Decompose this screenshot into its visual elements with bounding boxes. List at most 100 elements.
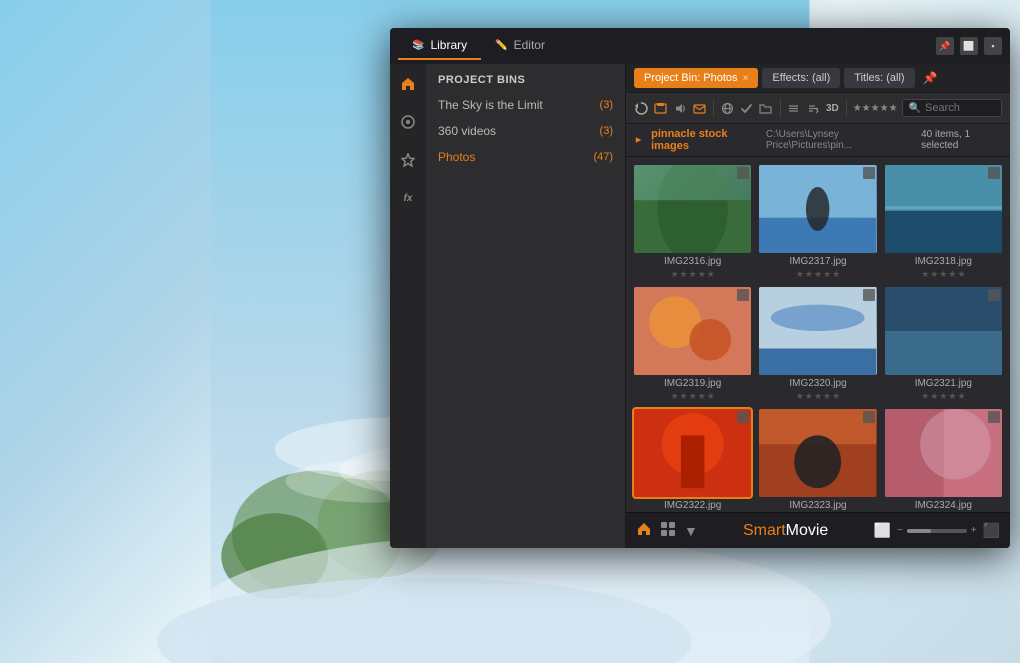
image-name-img2316: IMG2316.jpg — [664, 256, 721, 267]
flag-icon-img2320 — [863, 289, 875, 301]
flag-icon-img2322 — [737, 411, 749, 423]
stars-img2319[interactable]: ★ ★ ★ ★ ★ — [670, 392, 714, 401]
library-item-photos[interactable]: Photos (47) — [426, 144, 625, 170]
content-area: fx Project Bins The Sky is the Limit (3)… — [390, 64, 1010, 548]
library-icon: 📚 — [412, 40, 424, 51]
tab-close-button[interactable]: × — [743, 73, 749, 84]
image-item-img2316[interactable]: IMG2316.jpg ★ ★ ★ ★ ★ — [634, 165, 751, 279]
path-bar: pinnacle stock images C:\Users\Lynsey Pr… — [626, 124, 1010, 157]
library-item-sky[interactable]: The Sky is the Limit (3) — [426, 92, 625, 118]
app-window: 📚 Library ✏️ Editor 📌 ⬜ ▪ fx — [390, 28, 1010, 548]
flag-icon-img2316 — [737, 167, 749, 179]
stars-img2320[interactable]: ★ ★ ★ ★ ★ — [796, 392, 840, 401]
pin-button[interactable]: 📌 — [936, 37, 954, 55]
image-item-img2318[interactable]: IMG2318.jpg ★ ★ ★ ★ ★ — [885, 165, 1002, 279]
stars-img2318[interactable]: ★ ★ ★ ★ ★ — [921, 270, 965, 279]
sort-button[interactable] — [806, 97, 821, 119]
bottom-fullscreen-icon[interactable]: ⬛ — [983, 522, 1000, 539]
movie-text: Movie — [786, 522, 829, 540]
sidebar-icons: fx — [390, 64, 426, 548]
library-item-photos-label: Photos — [438, 150, 475, 164]
library-header: Project Bins — [426, 64, 625, 92]
stars-img2317[interactable]: ★ ★ ★ ★ ★ — [796, 270, 840, 279]
bottom-grid-icon[interactable] — [660, 521, 676, 540]
flag-icon-img2317 — [863, 167, 875, 179]
thumbnail-img2320 — [759, 287, 876, 375]
title-bar: 📚 Library ✏️ Editor 📌 ⬜ ▪ — [390, 28, 1010, 64]
item-count: 40 items, 1 selected — [921, 129, 1002, 151]
effects-tab[interactable]: Effects: (all) — [762, 68, 840, 88]
sidebar-icon-home[interactable] — [396, 72, 420, 96]
search-box[interactable]: 🔍 — [902, 99, 1002, 117]
bottom-home-icon[interactable] — [636, 521, 652, 540]
toolbar-sep-1 — [713, 100, 714, 116]
library-tab-label: Library — [430, 38, 467, 52]
image-item-img2317[interactable]: IMG2317.jpg ★ ★ ★ ★ ★ — [759, 165, 876, 279]
smart-text: Smart — [743, 522, 786, 540]
path-arrow-icon — [634, 135, 643, 145]
thumbnail-img2321 — [885, 287, 1002, 375]
library-item-360[interactable]: 360 videos (3) — [426, 118, 625, 144]
flag-icon-img2319 — [737, 289, 749, 301]
zoom-slider[interactable]: − + — [897, 525, 977, 536]
thumbnail-img2323 — [759, 409, 876, 497]
tab-library[interactable]: 📚 Library — [398, 32, 481, 60]
image-item-img2324[interactable]: IMG2324.jpg ★ ★ ★ ★ ★ — [885, 409, 1002, 512]
sidebar-icon-settings[interactable] — [396, 110, 420, 134]
maximize-button[interactable]: ▪ — [984, 37, 1002, 55]
tabs-pin-icon[interactable]: 📌 — [923, 71, 938, 85]
bottom-layout-icon[interactable]: ⬜ — [873, 522, 890, 539]
library-items: The Sky is the Limit (3) 360 videos (3) … — [426, 92, 625, 548]
thumbnail-img2319 — [634, 287, 751, 375]
stars-img2321[interactable]: ★ ★ ★ ★ ★ — [921, 392, 965, 401]
check-button[interactable] — [739, 97, 754, 119]
image-name-img2322: IMG2322.jpg — [664, 500, 721, 511]
image-name-img2317: IMG2317.jpg — [789, 256, 846, 267]
image-item-img2319[interactable]: IMG2319.jpg ★ ★ ★ ★ ★ — [634, 287, 751, 401]
globe-button[interactable] — [720, 97, 735, 119]
clip-button[interactable] — [653, 97, 668, 119]
titles-tab[interactable]: Titles: (all) — [844, 68, 914, 88]
audio-button[interactable] — [673, 97, 688, 119]
search-input[interactable] — [925, 102, 995, 114]
flag-icon-img2321 — [988, 289, 1000, 301]
image-name-img2323: IMG2323.jpg — [789, 500, 846, 511]
bottom-menu-icon[interactable]: ▼ — [684, 523, 698, 539]
thumbnail-img2316 — [634, 165, 751, 253]
library-item-360-label: 360 videos — [438, 124, 496, 138]
mail-button[interactable] — [692, 97, 707, 119]
zoom-minus[interactable]: − — [897, 525, 903, 536]
flag-icon-img2323 — [863, 411, 875, 423]
project-bin-tab-label: Project Bin: Photos — [644, 72, 738, 84]
sidebar-icon-star[interactable] — [396, 148, 420, 172]
zoom-slider-track — [907, 529, 967, 533]
star-rating-filter[interactable]: ★★★★★ — [853, 103, 898, 114]
library-panel: Project Bins The Sky is the Limit (3) 36… — [426, 64, 626, 548]
image-item-img2322[interactable]: IMG2322.jpg ★ ★ ★ ★ ★ — [634, 409, 751, 512]
image-grid: IMG2316.jpg ★ ★ ★ ★ ★ IMG2317.jpg ★ ★ ★ … — [626, 157, 1010, 512]
thumbnail-img2324 — [885, 409, 1002, 497]
restore-button[interactable]: ⬜ — [960, 37, 978, 55]
image-item-img2321[interactable]: IMG2321.jpg ★ ★ ★ ★ ★ — [885, 287, 1002, 401]
toolbar: 3D ★★★★★ 🔍 — [626, 93, 1010, 124]
refresh-button[interactable] — [634, 97, 649, 119]
project-bin-photos-tab[interactable]: Project Bin: Photos × — [634, 68, 758, 88]
sidebar-icon-fx[interactable]: fx — [396, 186, 420, 210]
flag-icon-img2324 — [988, 411, 1000, 423]
stars-img2316[interactable]: ★ ★ ★ ★ ★ — [670, 270, 714, 279]
path-location: C:\Users\Lynsey Price\Pictures\pin... — [766, 129, 913, 151]
zoom-plus[interactable]: + — [971, 525, 977, 536]
image-name-img2321: IMG2321.jpg — [915, 378, 972, 389]
search-icon: 🔍 — [909, 103, 921, 114]
folder-button[interactable] — [758, 97, 773, 119]
image-item-img2320[interactable]: IMG2320.jpg ★ ★ ★ ★ ★ — [759, 287, 876, 401]
smart-movie-label: SmartMovie — [706, 522, 866, 540]
tab-editor[interactable]: ✏️ Editor — [481, 32, 559, 60]
list-button[interactable] — [786, 97, 801, 119]
tabs-bar: Project Bin: Photos × Effects: (all) Tit… — [626, 64, 1010, 93]
toolbar-sep-2 — [780, 100, 781, 116]
3d-button[interactable]: 3D — [825, 97, 840, 119]
library-item-photos-count: (47) — [593, 151, 613, 163]
image-name-img2320: IMG2320.jpg — [789, 378, 846, 389]
image-item-img2323[interactable]: IMG2323.jpg ★ ★ ★ ★ ★ — [759, 409, 876, 512]
